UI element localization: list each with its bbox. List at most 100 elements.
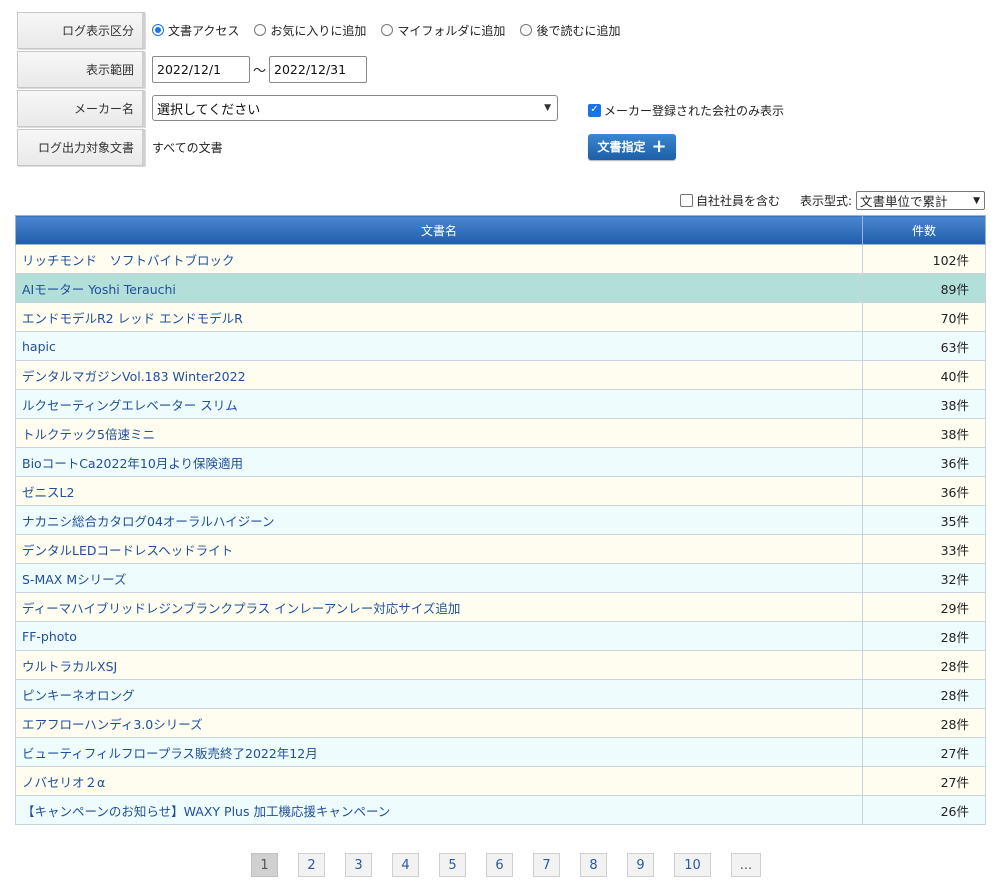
- document-name-link[interactable]: エアフローハンディ3.0シリーズ: [15, 708, 863, 738]
- table-row[interactable]: トルクテック5倍速ミニ 38件: [15, 418, 986, 448]
- page-5-button[interactable]: 5: [439, 853, 466, 877]
- chevron-down-icon: ▼: [544, 103, 551, 113]
- document-name-link[interactable]: 【キャンペーンのお知らせ】WAXY Plus 加工機応援キャンペーン: [15, 795, 863, 825]
- display-format-select[interactable]: 文書単位で累計 ▼: [856, 191, 985, 210]
- document-count: 26件: [862, 795, 986, 825]
- plus-icon: +: [651, 135, 667, 157]
- table-row[interactable]: エンドモデルR2 レッド エンドモデルR 70件: [15, 302, 986, 332]
- document-count: 35件: [862, 505, 986, 535]
- table-row[interactable]: ウルトラカルXSJ 28件: [15, 650, 986, 680]
- maker-fields: 選択してください ▼ ✓ メーカー登録された会社のみ表示: [145, 90, 837, 127]
- table-row[interactable]: ルクセーティングエレベーター スリム 38件: [15, 389, 986, 419]
- document-name-link[interactable]: トルクテック5倍速ミニ: [15, 418, 863, 448]
- document-name-link[interactable]: ノバセリオ２α: [15, 766, 863, 796]
- log-type-radio-2[interactable]: マイフォルダに追加: [381, 22, 505, 39]
- radio-label: 文書アクセス: [168, 23, 240, 38]
- log-type-radio-1[interactable]: お気に入りに追加: [254, 22, 366, 39]
- range-separator: 〜: [253, 63, 267, 79]
- table-row[interactable]: デンタルマガジンVol.183 Winter2022 40件: [15, 360, 986, 390]
- table-row[interactable]: リッチモンド ソフトバイトブロック 102件: [15, 244, 986, 274]
- document-name-link[interactable]: ルクセーティングエレベーター スリム: [15, 389, 863, 419]
- document-count: 27件: [862, 766, 986, 796]
- page-10-button[interactable]: 10: [674, 853, 711, 877]
- table-row[interactable]: ゼニスL2 36件: [15, 476, 986, 506]
- include-staff-checkbox[interactable]: [679, 194, 693, 207]
- document-name-link[interactable]: ピンキーネオロング: [15, 679, 863, 709]
- select-documents-label: 文書指定: [597, 140, 646, 154]
- document-count: 29件: [862, 592, 986, 622]
- page-3-button[interactable]: 3: [345, 853, 372, 877]
- display-format-label: 表示型式:: [799, 194, 852, 208]
- table-row[interactable]: 【キャンペーンのお知らせ】WAXY Plus 加工機応援キャンペーン 26件: [15, 795, 986, 825]
- table-row[interactable]: ビューティフィルフロープラス販売終了2022年12月 27件: [15, 737, 986, 767]
- log-type-radio-3[interactable]: 後で読むに追加: [520, 22, 620, 39]
- range-row: 表示範囲 〜: [17, 50, 837, 88]
- table-row[interactable]: FF-photo 28件: [15, 621, 986, 651]
- target-docs-label: ログ出力対象文書: [17, 128, 145, 166]
- page-6-button[interactable]: 6: [486, 853, 513, 877]
- document-name-link[interactable]: BioコートCa2022年10月より保険適用: [15, 447, 863, 477]
- radio-circle[interactable]: [520, 24, 533, 36]
- maker-select[interactable]: 選択してください ▼: [152, 95, 558, 121]
- page-8-button[interactable]: 8: [580, 853, 607, 877]
- document-count: 38件: [862, 418, 986, 448]
- page-9-button[interactable]: 9: [627, 853, 654, 877]
- date-to-input[interactable]: [269, 55, 368, 83]
- maker-registered-only[interactable]: ✓ メーカー登録された会社のみ表示: [588, 102, 784, 119]
- document-name-link[interactable]: ナカニシ総合カタログ04オーラルハイジーン: [15, 505, 863, 535]
- document-name-link[interactable]: デンタルLEDコードレスヘッドライト: [15, 534, 863, 564]
- maker-registered-checkbox[interactable]: ✓: [588, 103, 601, 117]
- table-row[interactable]: AIモーター Yoshi Terauchi 89件: [15, 273, 986, 303]
- radio-label: 後で読むに追加: [536, 23, 621, 38]
- chevron-down-icon: ▼: [973, 196, 980, 206]
- document-name-link[interactable]: ビューティフィルフロープラス販売終了2022年12月: [15, 737, 863, 767]
- document-count: 27件: [862, 737, 986, 767]
- document-name-link[interactable]: ウルトラカルXSJ: [15, 650, 863, 680]
- table-header: 文書名 件数: [15, 215, 986, 245]
- radio-circle[interactable]: [152, 24, 164, 36]
- page-more-button[interactable]: ...: [731, 853, 761, 877]
- table-row[interactable]: ノバセリオ２α 27件: [15, 766, 986, 796]
- select-documents-button[interactable]: 文書指定 +: [588, 133, 676, 160]
- display-format-value: 文書単位で累計: [860, 194, 948, 209]
- document-name-link[interactable]: エンドモデルR2 レッド エンドモデルR: [15, 302, 863, 332]
- pagination: 1 2 3 4 5 6 7 8 9 10...: [251, 853, 761, 877]
- document-name-link[interactable]: デンタルマガジンVol.183 Winter2022: [15, 360, 863, 390]
- document-count: 70件: [862, 302, 986, 332]
- table-row[interactable]: ナカニシ総合カタログ04オーラルハイジーン 35件: [15, 505, 986, 535]
- document-name-link[interactable]: hapic: [15, 331, 863, 361]
- document-name-link[interactable]: ゼニスL2: [15, 476, 863, 506]
- document-count: 38件: [862, 389, 986, 419]
- document-count: 28件: [862, 708, 986, 738]
- log-type-options: 文書アクセス お気に入りに追加 マイフォルダに追加 後で読むに追加: [145, 12, 837, 49]
- column-header-count: 件数: [862, 215, 986, 245]
- table-row[interactable]: S-MAX Mシリーズ 32件: [15, 563, 986, 593]
- table-row[interactable]: BioコートCa2022年10月より保険適用 36件: [15, 447, 986, 477]
- document-name-link[interactable]: S-MAX Mシリーズ: [15, 563, 863, 593]
- table-row[interactable]: エアフローハンディ3.0シリーズ 28件: [15, 708, 986, 738]
- document-count: 28件: [862, 650, 986, 680]
- table-row[interactable]: hapic 63件: [15, 331, 986, 361]
- page-2-button[interactable]: 2: [298, 853, 325, 877]
- page-4-button[interactable]: 4: [392, 853, 419, 877]
- page-7-button[interactable]: 7: [533, 853, 560, 877]
- radio-circle[interactable]: [254, 24, 267, 36]
- document-name-link[interactable]: FF-photo: [15, 621, 863, 651]
- document-count: 36件: [862, 447, 986, 477]
- document-count: 28件: [862, 679, 986, 709]
- page-1-button[interactable]: 1: [251, 853, 278, 877]
- document-name-link[interactable]: ディーマハイブリッドレジンブランクプラス インレーアンレー対応サイズ追加: [15, 592, 863, 622]
- log-type-radio-0[interactable]: 文書アクセス: [152, 22, 239, 39]
- target-docs-fields: すべての文書 文書指定 +: [145, 129, 837, 166]
- document-name-link[interactable]: リッチモンド ソフトバイトブロック: [15, 244, 863, 274]
- log-type-row: ログ表示区分 文書アクセス お気に入りに追加 マイフォルダに追加 後で読むに追加: [17, 11, 837, 49]
- document-name-link[interactable]: AIモーター Yoshi Terauchi: [15, 273, 863, 303]
- document-count: 32件: [862, 563, 986, 593]
- maker-row: メーカー名 選択してください ▼ ✓ メーカー登録された会社のみ表示: [17, 89, 837, 127]
- radio-circle[interactable]: [381, 24, 394, 36]
- table-row[interactable]: デンタルLEDコードレスヘッドライト 33件: [15, 534, 986, 564]
- table-row[interactable]: ピンキーネオロング 28件: [15, 679, 986, 709]
- table-row[interactable]: ディーマハイブリッドレジンブランクプラス インレーアンレー対応サイズ追加 29件: [15, 592, 986, 622]
- date-from-input[interactable]: [152, 55, 250, 83]
- maker-registered-label: メーカー登録された会社のみ表示: [604, 103, 785, 118]
